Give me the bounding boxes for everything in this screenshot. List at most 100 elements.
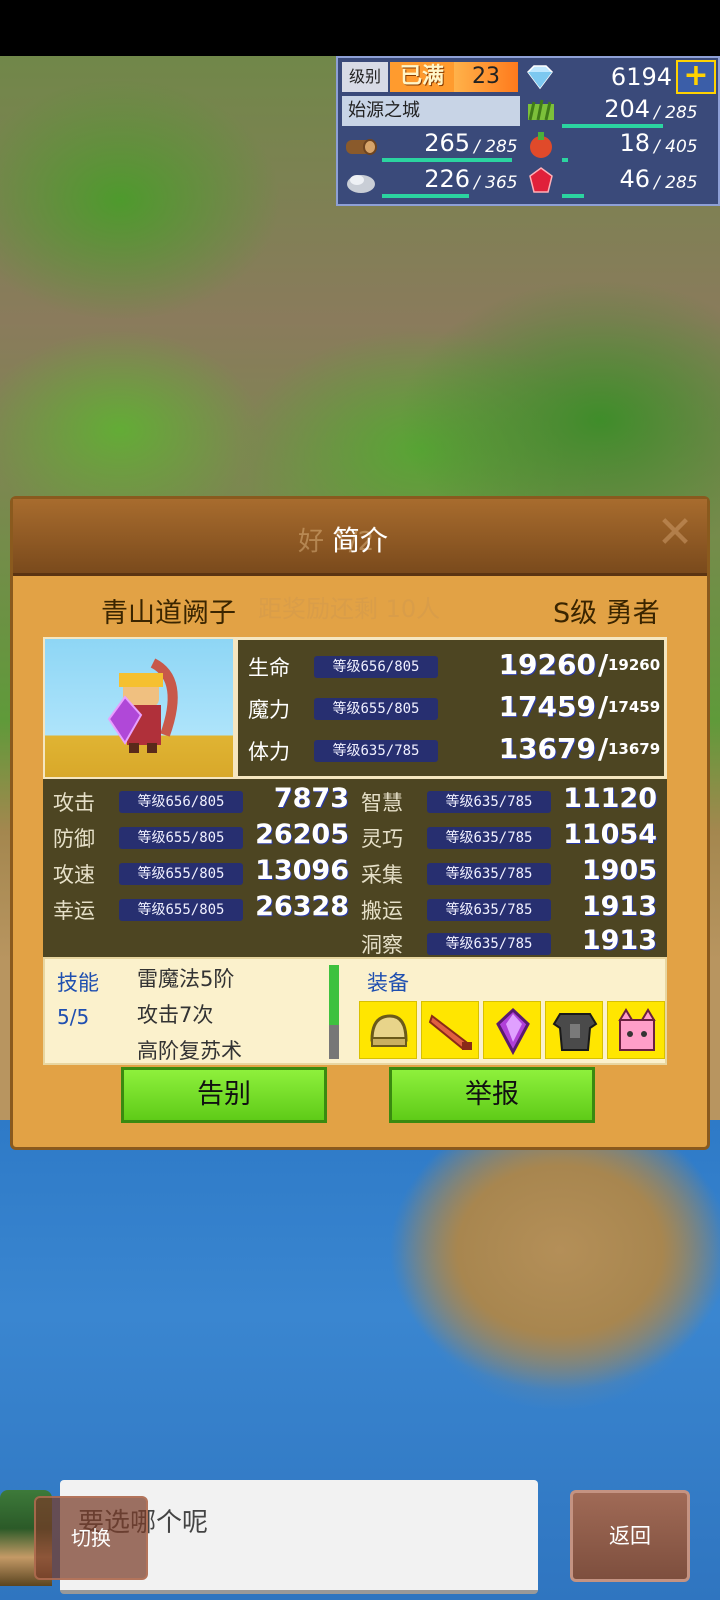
- hero-portrait: [43, 637, 235, 779]
- attribute-name: 搬运: [361, 899, 403, 923]
- resource-food: 18 / 405: [522, 128, 718, 162]
- vital-level: 等级655/805: [314, 698, 438, 720]
- attribute-value: 13096: [255, 855, 349, 886]
- level-label: 级别: [342, 62, 388, 92]
- hero-name: 青山道阙子: [101, 598, 236, 629]
- wood-icon: [346, 139, 377, 155]
- resource-value: 46: [619, 165, 650, 193]
- attribute-value: 11120: [563, 783, 657, 814]
- switch-button[interactable]: 切换: [34, 1496, 148, 1580]
- dialog-header: 好 1/2 简介 ✕: [13, 499, 707, 576]
- attribute-name: 智慧: [361, 791, 403, 815]
- attribute-level: 等级635/785: [427, 791, 551, 813]
- sand-island: [360, 1130, 720, 1430]
- attribute-value: 7873: [273, 783, 349, 814]
- sword-icon[interactable]: [421, 1001, 479, 1059]
- attribute-name: 攻速: [53, 863, 95, 887]
- resource-bar: [562, 158, 568, 162]
- vitals-panel: 生命 等级656/805 19260 / 19260 魔力 等级655/805 …: [235, 637, 667, 779]
- vital-slash: /: [598, 690, 609, 723]
- vital-row-mp: 魔力 等级655/805 17459 / 17459: [238, 688, 664, 728]
- attribute-name: 幸运: [53, 899, 95, 923]
- attribute-name: 灵巧: [361, 827, 403, 851]
- attribute-attack: 攻击 等级656/805 7873: [53, 783, 349, 819]
- skill-item[interactable]: 攻击7次: [137, 999, 213, 1029]
- resource-bar: [382, 158, 513, 162]
- hero-rank: S级 勇者: [553, 598, 660, 629]
- scrollbar-thumb[interactable]: [329, 965, 339, 1025]
- grass-icon: [528, 99, 554, 121]
- attributes-panel: 攻击 等级656/805 7873 防御 等级655/805 26205 攻速 …: [43, 779, 667, 957]
- attribute-level: 等级635/785: [427, 827, 551, 849]
- farewell-button[interactable]: 告别: [121, 1067, 327, 1123]
- attribute-value: 26205: [255, 819, 349, 850]
- attribute-name: 洞察: [361, 933, 403, 957]
- vital-row-hp: 生命 等级656/805 19260 / 19260: [238, 646, 664, 686]
- hero-profile-dialog: 好 1/2 简介 ✕ 距奖励还剩 10人 青山道阙子 S级 勇者 生命 等级65…: [10, 496, 710, 1150]
- resource-wood: 265 / 285: [342, 128, 522, 162]
- attribute-value: 1905: [581, 855, 657, 886]
- attribute-value: 11054: [563, 819, 657, 850]
- resource-value: 226: [424, 165, 470, 193]
- dialog-title: 简介: [331, 524, 388, 557]
- report-button[interactable]: 举报: [389, 1067, 595, 1123]
- vital-current: 17459: [498, 690, 596, 723]
- attribute-wisdom: 智慧 等级635/785 11120: [361, 783, 661, 819]
- resource-value: 204: [604, 95, 650, 123]
- attribute-name: 采集: [361, 863, 403, 887]
- attribute-luck: 幸运 等级655/805 26328: [53, 891, 349, 927]
- attribute-name: 防御: [53, 827, 95, 851]
- skill-item[interactable]: 雷魔法5阶: [137, 963, 234, 993]
- attribute-gathering: 采集 等级635/785 1905: [361, 855, 661, 891]
- attribute-insight: 洞察 等级635/785 1913: [361, 925, 661, 961]
- vital-max: 19260: [608, 656, 661, 674]
- back-button[interactable]: 返回: [570, 1490, 690, 1582]
- vital-slash: /: [598, 648, 609, 681]
- vital-level: 等级656/805: [314, 656, 438, 678]
- attribute-value: 26328: [255, 891, 349, 922]
- attribute-level: 等级635/785: [427, 933, 551, 955]
- buy-gems-button[interactable]: +: [676, 60, 716, 94]
- resource-value: 18: [619, 129, 650, 157]
- skills-scrollbar[interactable]: [329, 965, 339, 1059]
- vital-current: 13679: [498, 732, 596, 765]
- vital-level: 等级635/785: [314, 740, 438, 762]
- vital-row-stamina: 体力 等级635/785 13679 / 13679: [238, 730, 664, 770]
- resource-value: 265: [424, 129, 470, 157]
- attribute-level: 等级655/805: [119, 827, 243, 849]
- vital-name: 魔力: [248, 698, 290, 722]
- gem-count: 6194: [610, 63, 672, 91]
- attribute-level: 等级655/805: [119, 863, 243, 885]
- background-subline-ghost: 距奖励还剩 10人: [258, 595, 441, 623]
- food-icon: [530, 132, 552, 158]
- skill-item[interactable]: 高阶复苏术: [137, 1035, 242, 1065]
- resource-max: / 405: [654, 137, 698, 157]
- attribute-value: 1913: [581, 891, 657, 922]
- status-bar: [0, 0, 720, 56]
- resource-stone: 226 / 365: [342, 164, 522, 198]
- pink-accessory-icon[interactable]: [607, 1001, 665, 1059]
- resource-max: / 365: [474, 173, 518, 193]
- attribute-level: 等级656/805: [119, 791, 243, 813]
- resource-bar: [562, 194, 585, 198]
- attribute-defense: 防御 等级655/805 26205: [53, 819, 349, 855]
- equipment-label: 装备: [367, 971, 409, 995]
- vital-name: 体力: [248, 740, 290, 764]
- vital-max: 13679: [608, 740, 661, 758]
- gem-icon[interactable]: [483, 1001, 541, 1059]
- level-max-badge: 已满: [390, 62, 454, 92]
- vital-slash: /: [598, 732, 609, 765]
- diamond-icon: [527, 65, 553, 90]
- ruby-icon: [529, 167, 553, 193]
- resource-max: / 285: [654, 173, 698, 193]
- helmet-icon[interactable]: [359, 1001, 417, 1059]
- armor-icon[interactable]: [545, 1001, 603, 1059]
- vital-max: 17459: [608, 698, 661, 716]
- attribute-carrying: 搬运 等级635/785 1913: [361, 891, 661, 927]
- vital-name: 生命: [248, 656, 290, 680]
- resource-hud: 级别 已满 23 6194 + 始源之城 204 / 285 265 / 285…: [336, 56, 720, 206]
- attribute-level: 等级635/785: [427, 863, 551, 885]
- skills-equipment-panel: 技能 5/5 雷魔法5阶 攻击7次 高阶复苏术 装备: [43, 957, 667, 1065]
- resource-bar: [382, 194, 469, 198]
- close-icon[interactable]: ✕: [653, 511, 697, 555]
